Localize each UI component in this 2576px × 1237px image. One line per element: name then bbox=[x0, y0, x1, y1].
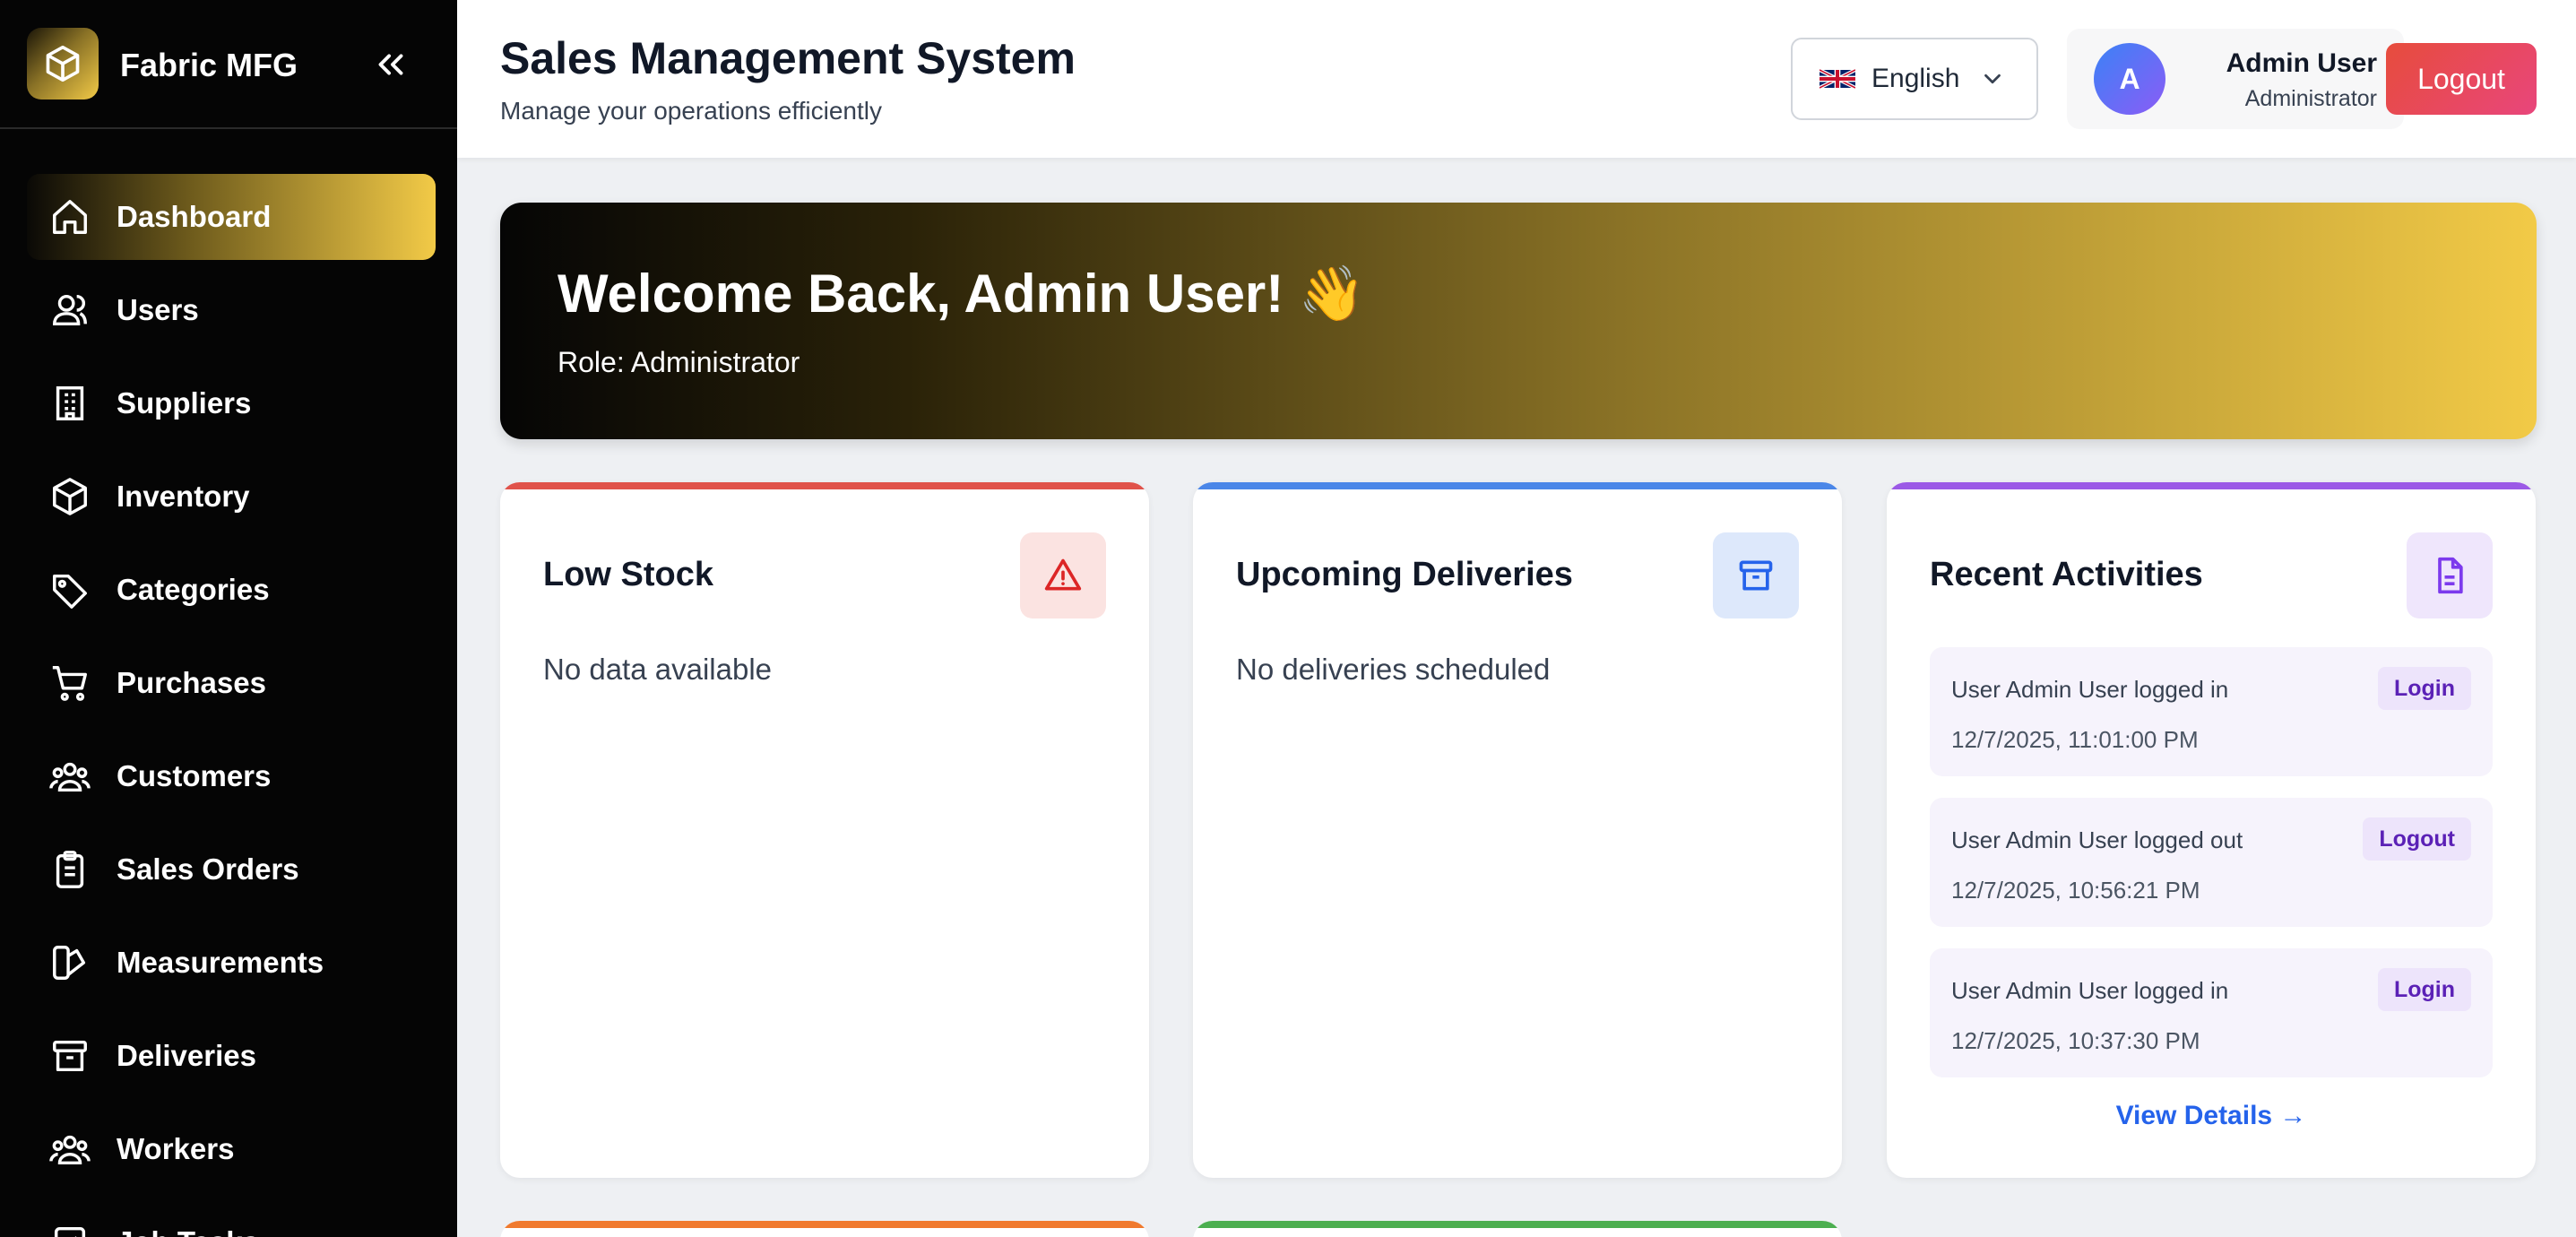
activity-item[interactable]: User Admin User logged in 12/7/2025, 10:… bbox=[1930, 948, 2493, 1077]
card-title: Upcoming Deliveries bbox=[1236, 556, 1573, 593]
uk-flag-icon bbox=[1820, 68, 1855, 90]
empty-message: No data available bbox=[543, 653, 773, 686]
activity-text: User Admin User logged in bbox=[1951, 676, 2229, 703]
sidebar-item-label: Inventory bbox=[117, 480, 250, 513]
document-icon bbox=[2407, 532, 2493, 618]
card-accent-bar bbox=[500, 1221, 1149, 1228]
user-role: Administrator bbox=[2244, 86, 2377, 111]
sidebar-item-customers[interactable]: Customers bbox=[27, 733, 436, 819]
brand-name: Fabric MFG bbox=[120, 47, 298, 83]
card-accent-bar bbox=[1193, 482, 1842, 489]
activity-time: 12/7/2025, 10:37:30 PM bbox=[1951, 1027, 2200, 1054]
sidebar-item-label: Categories bbox=[117, 573, 270, 606]
sidebar-item-deliveries[interactable]: Deliveries bbox=[27, 1013, 436, 1099]
sidebar-item-label: Deliveries bbox=[117, 1039, 256, 1072]
card-accent-bar bbox=[500, 482, 1149, 489]
chevrons-left-icon bbox=[378, 54, 403, 75]
card-accent-bar bbox=[1887, 482, 2536, 489]
card-title: Recent Activities bbox=[1930, 556, 2203, 593]
cart-icon bbox=[48, 662, 91, 705]
language-label: English bbox=[1871, 64, 1960, 93]
activity-time: 12/7/2025, 11:01:00 PM bbox=[1951, 726, 2199, 753]
tag-icon bbox=[48, 568, 91, 611]
sidebar-item-dashboard[interactable]: Dashboard bbox=[27, 174, 436, 260]
activity-badge: Login bbox=[2377, 968, 2471, 1011]
activity-badge: Logout bbox=[2363, 817, 2471, 861]
sidebar-item-label: Users bbox=[117, 293, 199, 326]
sidebar-item-inventory[interactable]: Inventory bbox=[27, 454, 436, 540]
cube-icon bbox=[46, 45, 80, 82]
page-subtitle: Manage your operations efficiently bbox=[500, 97, 882, 125]
top-header: Sales Management System Manage your oper… bbox=[457, 0, 2576, 158]
activity-item[interactable]: User Admin User logged in 12/7/2025, 11:… bbox=[1930, 647, 2493, 776]
upcoming-deliveries-card: Upcoming Deliveries No deliveries schedu… bbox=[1193, 482, 1842, 1178]
sidebar-item-categories[interactable]: Categories bbox=[27, 547, 436, 633]
sidebar-nav: Dashboard Users Suppliers Inventory Cate… bbox=[27, 174, 436, 1237]
workers-icon bbox=[48, 1128, 91, 1171]
chevron-down-icon bbox=[1984, 74, 2001, 84]
recent-activities-card: Recent Activities User Admin User logged… bbox=[1887, 482, 2536, 1178]
language-select[interactable]: English bbox=[1791, 38, 2038, 120]
home-icon bbox=[48, 195, 91, 238]
archive-icon bbox=[48, 1034, 91, 1077]
welcome-banner: Welcome Back, Admin User! 👋 Role: Admini… bbox=[500, 203, 2537, 439]
warning-icon bbox=[1020, 532, 1106, 618]
sidebar-item-measurements[interactable]: Measurements bbox=[27, 920, 436, 1006]
sidebar-item-users[interactable]: Users bbox=[27, 267, 436, 353]
welcome-role: Role: Administrator bbox=[558, 346, 800, 378]
clipboard-icon bbox=[48, 848, 91, 891]
sidebar: Fabric MFG Dashboard Users Suppliers Inv… bbox=[0, 0, 457, 1237]
sidebar-item-label: Dashboard bbox=[117, 200, 272, 233]
activity-item[interactable]: User Admin User logged out 12/7/2025, 10… bbox=[1930, 798, 2493, 927]
sidebar-item-label: Job Tasks bbox=[117, 1225, 259, 1237]
customers-icon bbox=[48, 755, 91, 798]
tasks-icon bbox=[48, 1221, 91, 1237]
sidebar-item-label: Customers bbox=[117, 759, 272, 792]
avatar: A bbox=[2094, 43, 2165, 115]
sidebar-item-purchases[interactable]: Purchases bbox=[27, 640, 436, 726]
sidebar-item-label: Workers bbox=[117, 1132, 235, 1165]
welcome-title: Welcome Back, Admin User! 👋 bbox=[558, 264, 1366, 324]
empty-message: No deliveries scheduled bbox=[1236, 653, 1551, 686]
view-details-link[interactable]: View Details → bbox=[1887, 1101, 2536, 1131]
swatch-icon bbox=[48, 941, 91, 984]
sidebar-item-job-tasks[interactable]: Job Tasks bbox=[27, 1199, 436, 1237]
box-icon bbox=[48, 475, 91, 518]
activity-time: 12/7/2025, 10:56:21 PM bbox=[1951, 877, 2200, 904]
brand-logo bbox=[27, 28, 99, 99]
collapse-sidebar-button[interactable] bbox=[366, 39, 416, 90]
sidebar-item-label: Sales Orders bbox=[117, 852, 299, 886]
brand-header: Fabric MFG bbox=[0, 0, 457, 129]
sidebar-item-suppliers[interactable]: Suppliers bbox=[27, 360, 436, 446]
logout-button[interactable]: Logout bbox=[2386, 43, 2537, 115]
card-title: Low Stock bbox=[543, 556, 714, 593]
sidebar-item-workers[interactable]: Workers bbox=[27, 1106, 436, 1192]
next-card-orange bbox=[500, 1221, 1149, 1237]
next-card-green bbox=[1193, 1221, 1842, 1237]
card-accent-bar bbox=[1193, 1221, 1842, 1228]
activity-text: User Admin User logged in bbox=[1951, 977, 2229, 1004]
activity-badge: Login bbox=[2377, 667, 2471, 710]
sidebar-item-sales-orders[interactable]: Sales Orders bbox=[27, 826, 436, 913]
low-stock-card: Low Stock No data available bbox=[500, 482, 1149, 1178]
users-icon bbox=[48, 289, 91, 332]
user-profile[interactable]: A Admin User Administrator bbox=[2067, 29, 2404, 129]
sidebar-item-label: Measurements bbox=[117, 946, 324, 979]
archive-icon bbox=[1713, 532, 1799, 618]
building-icon bbox=[48, 382, 91, 425]
page-title: Sales Management System bbox=[500, 33, 1076, 83]
activity-text: User Admin User logged out bbox=[1951, 826, 2243, 853]
sidebar-item-label: Purchases bbox=[117, 666, 266, 699]
user-name: Admin User bbox=[2226, 48, 2377, 78]
sidebar-item-label: Suppliers bbox=[117, 386, 252, 420]
